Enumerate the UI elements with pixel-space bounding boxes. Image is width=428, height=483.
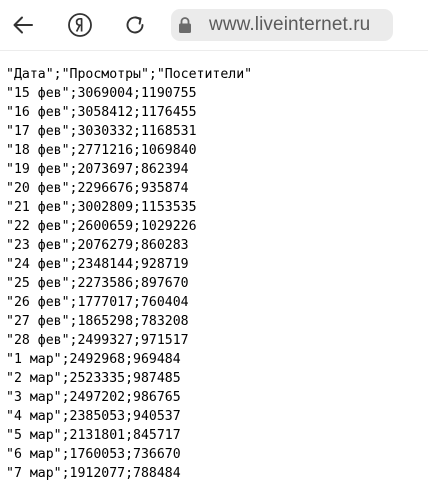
csv-data-row: "24 фев";2348144;928719 xyxy=(6,257,189,272)
csv-data-row: "20 фев";2296676;935874 xyxy=(6,181,189,196)
csv-data-row: "27 фев";1865298;783208 xyxy=(6,314,189,329)
csv-data-row: "3 мар";2497202;986765 xyxy=(6,390,181,405)
csv-data-row: "18 фев";2771216;1069840 xyxy=(6,143,197,158)
csv-data-row: "15 фев";3069004;1190755 xyxy=(6,86,197,101)
reload-button[interactable] xyxy=(118,8,152,42)
security-indicator[interactable] xyxy=(171,9,199,41)
browser-toolbar: www.liveinternet.ru xyxy=(0,0,428,51)
address-bar[interactable]: www.liveinternet.ru xyxy=(171,9,393,41)
csv-data-row: "6 мар";1760053;736670 xyxy=(6,447,181,462)
csv-data-row: "1 мар";2492968;969484 xyxy=(6,352,181,367)
csv-data-row: "26 фев";1777017;760404 xyxy=(6,295,189,310)
csv-content: "Дата";"Просмотры";"Посетители" "15 фев"… xyxy=(6,65,428,483)
url-text: www.liveinternet.ru xyxy=(209,14,371,35)
csv-data-row: "25 фев";2273586;897670 xyxy=(6,276,189,291)
back-button[interactable] xyxy=(6,8,40,42)
csv-data-row: "22 фев";2600659;1029226 xyxy=(6,219,197,234)
csv-data-row: "2 мар";2523335;987485 xyxy=(6,371,181,386)
csv-header-row: "Дата";"Просмотры";"Посетители" xyxy=(6,67,253,82)
csv-data-row: "4 мар";2385053;940537 xyxy=(6,409,181,424)
csv-data-row: "16 фев";3058412;1176455 xyxy=(6,105,197,120)
csv-data-row: "19 фев";2073697;862394 xyxy=(6,162,189,177)
yandex-logo-icon xyxy=(68,13,92,37)
arrow-left-icon xyxy=(13,16,33,34)
csv-data-row: "17 фев";3030332;1168531 xyxy=(6,124,197,139)
csv-data-row: "23 фев";2076279;860283 xyxy=(6,238,189,253)
lock-icon xyxy=(179,17,191,33)
csv-data-row: "5 мар";2131801;845717 xyxy=(6,428,181,443)
csv-data-row: "21 фев";3002809;1153535 xyxy=(6,200,197,215)
yandex-button[interactable] xyxy=(63,8,97,42)
reload-icon xyxy=(126,16,144,34)
csv-data-row: "28 фев";2499327;971517 xyxy=(6,333,189,348)
